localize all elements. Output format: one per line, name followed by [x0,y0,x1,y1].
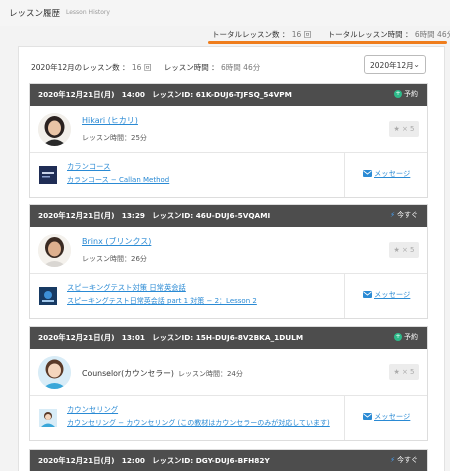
tutor-row: Hikari (ヒカリ) レッスン時間：25分 ★ × 5 [30,106,427,153]
tutor-name-link[interactable]: Hikari (ヒカリ) [82,115,138,126]
course-material-link[interactable]: スピーキングテスト日常英会話 part 1 対策 − 2：Lesson 2 [67,296,257,306]
tutor-avatar [38,234,71,267]
tutor-info: Counselor(カウンセラー) レッスン時間：24分 [82,368,243,379]
lesson-duration: レッスン時間：24分 [177,370,243,378]
lesson-status: + 予約 [394,332,418,342]
message-link-label: メッセージ [374,412,411,421]
total-count-value: 16 [291,30,302,39]
month-select-value: 2020年12月 [370,61,414,70]
total-highlight-underline [208,41,447,44]
lesson-card: 2020年12月21日(月) 14:00 レッスンID: 61K-DUJ6-TJ… [29,83,428,198]
lesson-card-header: 2020年12月21日(月) 12:00 レッスンID: DGY-DUJ6-BF… [30,450,427,471]
course-name-link[interactable]: スピーキングテスト対策 日常英会話 [67,283,186,293]
envelope-icon [363,413,372,420]
lesson-card-header: 2020年12月21日(月) 13:01 レッスンID: 15H-DUJ6-8V… [30,327,427,349]
lesson-history-panel: 2020年12月のレッスン数 ： 16 回 レッスン時間 ： 6時間 46分 2… [18,46,445,471]
message-cell: メッセージ [344,396,428,440]
tutor-name-link[interactable]: Brinx (ブリンクス) [82,236,151,247]
lesson-card-header: 2020年12月21日(月) 13:29 レッスンID: 46U-DUJ6-5V… [30,205,427,227]
message-link[interactable]: メッセージ [363,290,410,300]
total-count-label: トータルレッスン数 ： [212,30,290,39]
course-thumbnail [39,166,57,184]
tutor-avatar [38,356,71,389]
course-row: スピーキングテスト対策 日常英会話 スピーキングテスト日常英会話 part 1 … [30,274,427,318]
lesson-duration: レッスン時間：25分 [82,134,147,142]
message-link-label: メッセージ [374,169,411,178]
month-summary: 2020年12月のレッスン数 ： 16 回 レッスン時間 ： 6時間 46分 [31,62,260,73]
plus-circle-icon: + [394,333,402,341]
plus-circle-icon: + [394,90,402,98]
page-title: レッスン履歴 [9,9,61,19]
lesson-duration: レッスン時間：26分 [82,255,147,263]
course-name-link[interactable]: カランコース [67,162,110,172]
star-rating-button[interactable]: ★ × 5 [389,364,419,380]
message-link-label: メッセージ [374,290,411,299]
lesson-card: 2020年12月21日(月) 13:29 レッスンID: 46U-DUJ6-5V… [29,204,428,319]
message-cell: メッセージ [344,153,428,197]
lesson-card: 2020年12月21日(月) 13:01 レッスンID: 15H-DUJ6-8V… [29,326,428,441]
lesson-status-label: 今すぐ [397,211,418,219]
chevron-down-icon: ⌄ [413,60,420,69]
total-time-label: トータルレッスン時間 ： [327,30,413,39]
message-cell: メッセージ [344,274,428,318]
lesson-card-header: 2020年12月21日(月) 14:00 レッスンID: 61K-DUJ6-TJ… [30,84,427,106]
tutor-avatar [38,113,71,146]
lesson-status-label: 今すぐ [397,456,418,464]
lesson-status: ⚡ 今すぐ [390,455,418,465]
lesson-status-label: 予約 [404,333,418,341]
month-count-unit: 回 [143,63,152,72]
tutor-row: Counselor(カウンセラー) レッスン時間：24分 ★ × 5 [30,349,427,396]
star-rating-button[interactable]: ★ × 5 [389,121,419,137]
month-time-label: レッスン時間 ： [163,63,219,72]
envelope-icon [363,170,372,177]
message-link[interactable]: メッセージ [363,169,410,179]
total-time-value: 6時間 46分 [414,30,450,39]
star-rating-button[interactable]: ★ × 5 [389,242,419,258]
lesson-header-text: 2020年12月21日(月) 13:29 レッスンID: 46U-DUJ6-5V… [38,211,271,220]
page-subtitle: Lesson History [66,9,110,16]
course-thumbnail [39,409,57,427]
page-header: レッスン履歴 Lesson History [0,0,450,26]
month-count-label: 2020年12月のレッスン数 ： [31,63,130,72]
course-row: カランコース カランコース − Callan Method メッセージ [30,153,427,197]
month-select[interactable]: 2020年12月 ⌄ [364,55,426,74]
lesson-status: + 予約 [394,89,418,99]
message-link[interactable]: メッセージ [363,412,410,422]
lesson-header-text: 2020年12月21日(月) 12:00 レッスンID: DGY-DUJ6-BF… [38,456,270,465]
course-material-link[interactable]: カランコース − Callan Method [67,175,169,185]
month-time-value: 6時間 46分 [221,63,261,72]
month-count-value: 16 [131,63,142,72]
envelope-icon [363,291,372,298]
lesson-header-text: 2020年12月21日(月) 13:01 レッスンID: 15H-DUJ6-8V… [38,333,304,342]
course-material-link[interactable]: カウンセリング − カウンセリング (この教材はカウンセラーのみが対応しています… [67,418,330,428]
lesson-status-label: 予約 [404,90,418,98]
lesson-card: 2020年12月21日(月) 12:00 レッスンID: DGY-DUJ6-BF… [29,449,428,471]
lesson-header-text: 2020年12月21日(月) 14:00 レッスンID: 61K-DUJ6-TJ… [38,90,292,99]
total-count-unit: 回 [303,30,312,39]
tutor-row: Brinx (ブリンクス) レッスン時間：26分 ★ × 5 [30,227,427,274]
course-name-link[interactable]: カウンセリング [67,405,118,415]
course-row: カウンセリング カウンセリング − カウンセリング (この教材はカウンセラーのみ… [30,396,427,440]
lesson-status: ⚡ 今すぐ [390,210,418,220]
bolt-icon: ⚡ [390,456,395,464]
course-thumbnail [39,287,57,305]
tutor-name: Counselor(カウンセラー) [82,369,174,378]
bolt-icon: ⚡ [390,211,395,219]
